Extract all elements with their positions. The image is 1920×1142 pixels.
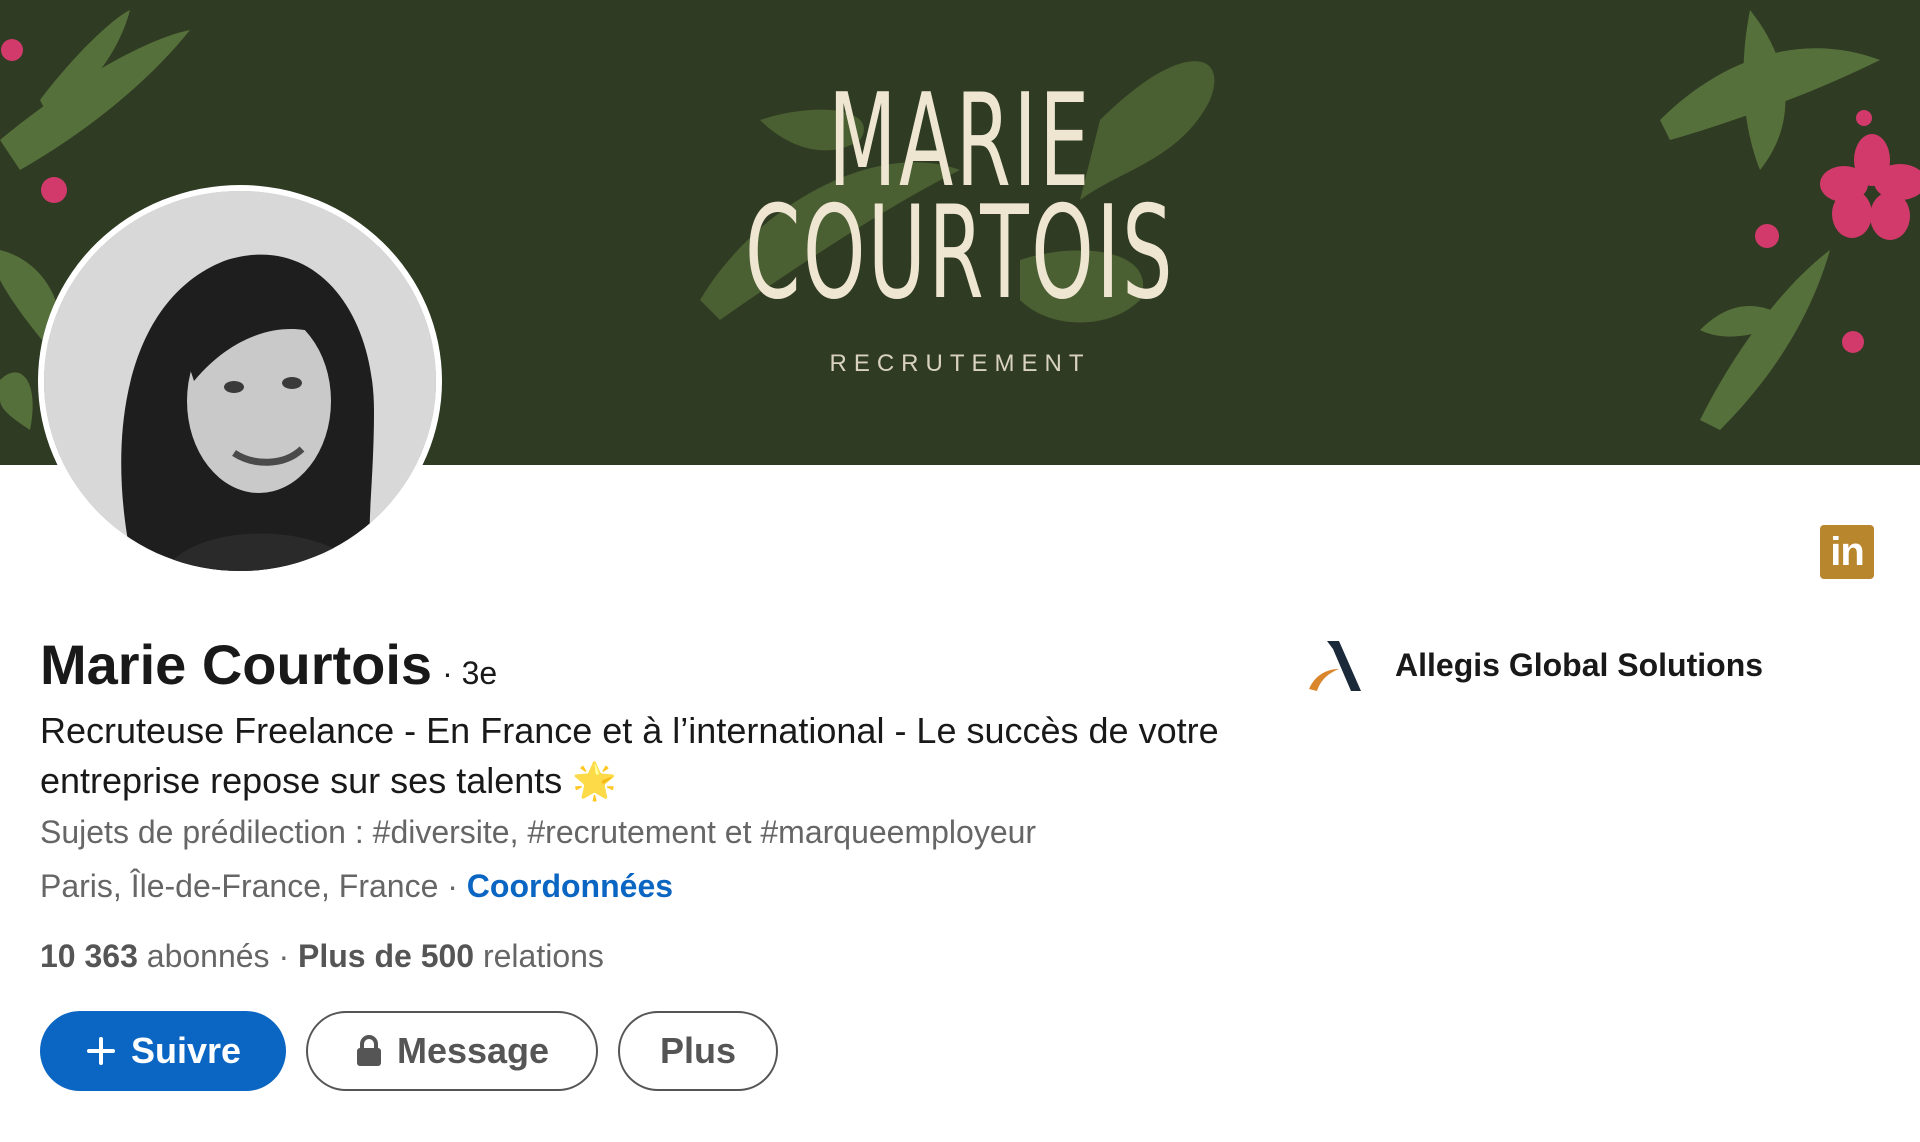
followers-count: 10 363 xyxy=(40,938,138,974)
contact-info-link[interactable]: Coordonnées xyxy=(467,868,673,904)
company-logo-icon xyxy=(1305,635,1365,695)
connections-label[interactable]: relations xyxy=(474,938,604,974)
message-button-label: Message xyxy=(396,1030,550,1071)
connections-count[interactable]: Plus de 500 xyxy=(298,938,474,974)
banner-title-line2: COURTOIS xyxy=(745,179,1175,328)
location-separator: · xyxy=(438,868,467,904)
plus-icon xyxy=(85,1035,117,1067)
name-row: Marie Courtois · 3e xyxy=(40,632,497,697)
avatar-photo xyxy=(44,191,436,571)
linkedin-icon: in xyxy=(1820,525,1874,579)
stats-separator: · xyxy=(269,938,298,974)
profile-headline: Recruteuse Freelance - En France et à l’… xyxy=(40,710,1219,801)
more-button[interactable]: Plus xyxy=(618,1011,778,1091)
followers-label: abonnés xyxy=(137,938,270,974)
follow-button-label: Suivre xyxy=(130,1030,242,1071)
profile-location: Paris, Île-de-France, France xyxy=(40,868,439,904)
connection-degree: · 3e xyxy=(442,655,498,691)
company-name: Allegis Global Solutions xyxy=(1395,646,1764,683)
profile-actions: Suivre Message Plus xyxy=(40,1011,778,1091)
lock-icon xyxy=(355,1035,383,1067)
profile-avatar[interactable] xyxy=(38,185,442,577)
more-button-label: Plus xyxy=(659,1030,737,1071)
current-company[interactable]: Allegis Global Solutions xyxy=(1305,635,1763,695)
profile-topics: Sujets de prédilection : #diversite, #re… xyxy=(40,814,1037,850)
follow-button[interactable]: Suivre xyxy=(40,1011,286,1091)
profile-stats: 10 363 abonnés · Plus de 500 relations xyxy=(40,938,604,975)
avatar-portrait-image xyxy=(44,191,436,571)
message-button[interactable]: Message xyxy=(306,1011,598,1091)
profile-name: Marie Courtois xyxy=(40,633,433,696)
profile-location-row: Paris, Île-de-France, France · Coordonné… xyxy=(40,868,673,905)
